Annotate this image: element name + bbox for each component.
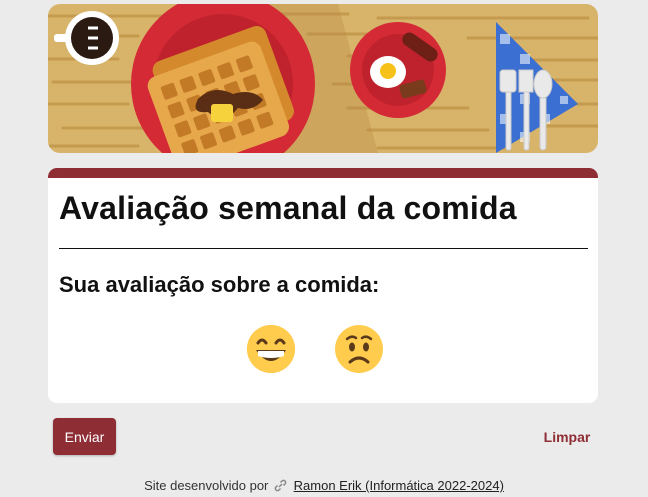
card-accent-bar — [48, 168, 598, 178]
submit-button[interactable]: Enviar — [53, 418, 116, 455]
title-divider — [59, 248, 588, 249]
footer-prefix: Site desenvolvido por — [144, 478, 269, 493]
frowning-face-icon[interactable] — [334, 324, 384, 374]
link-icon — [274, 479, 287, 495]
header-banner-image — [48, 4, 598, 153]
evaluation-form-card: Avaliação semanal da comida Sua avaliaçã… — [48, 168, 598, 403]
question-label: Sua avaliação sobre a comida: — [59, 272, 380, 297]
footer: Site desenvolvido por Ramon Erik (Inform… — [0, 478, 648, 495]
clear-button[interactable]: Limpar — [534, 427, 600, 447]
grinning-face-icon[interactable] — [246, 324, 296, 374]
author-link[interactable]: Ramon Erik (Informática 2022-2024) — [294, 478, 504, 493]
page-title: Avaliação semanal da comida — [59, 190, 517, 226]
